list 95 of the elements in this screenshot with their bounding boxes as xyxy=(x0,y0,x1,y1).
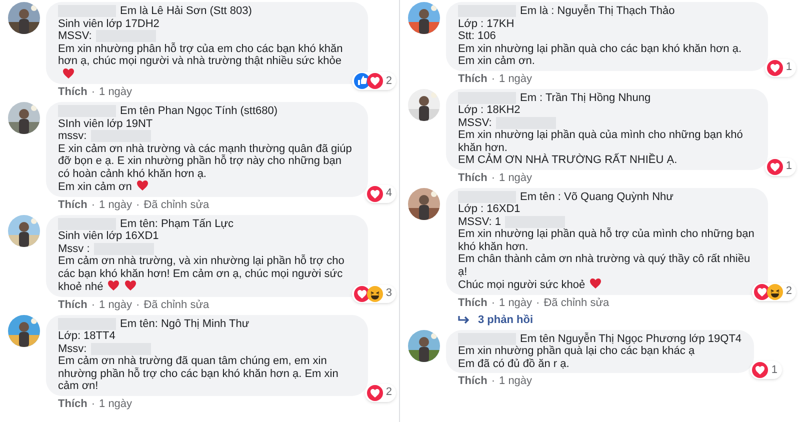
timestamp: 1 ngày xyxy=(99,298,132,312)
love-reaction-icon xyxy=(752,362,768,378)
timestamp: 1 ngày xyxy=(99,198,132,212)
comment-text: Em cảm ơn nhà trường, và xin nhường lại phần hỗ trợ cho các bạn khó khăn hơn! Em cảm ơn ạ, chúc mọi người sức khoẻ nhé xyxy=(58,255,346,294)
comment-text: Em xin cảm ơn xyxy=(58,180,149,194)
love-reaction-icon xyxy=(354,286,370,302)
comment-text: EM CẢM ƠN NHÀ TRƯỜNG RẤT NHIỀU Ạ. xyxy=(458,154,678,166)
separator-dot: · xyxy=(491,172,496,184)
commenter-name[interactable]: Em tên: Ngô Thị Minh Thư xyxy=(120,318,250,330)
comment-text: Em xin nhường lại phần quà của mình cho những bạn khó khăn hơn. xyxy=(458,129,744,154)
love-reaction-icon xyxy=(366,73,383,89)
timestamp: 1 ngày xyxy=(99,86,132,99)
reaction-badge[interactable]: 1 xyxy=(764,58,796,76)
comment-text: Chúc mọi người sức khoẻ xyxy=(458,278,602,292)
comment-text: SInh viên lớp 19NT xyxy=(58,118,153,130)
laughing-reaction-icon xyxy=(766,284,783,300)
separator-dot: · xyxy=(91,198,96,212)
love-reaction-icon xyxy=(766,60,783,76)
commenter-name[interactable]: Em tên : Võ Quang Quỳnh Như xyxy=(520,190,674,203)
separator-dot: · xyxy=(491,296,496,310)
separator-dot: · xyxy=(491,375,496,388)
separator-dot: · xyxy=(91,86,96,99)
reaction-badge[interactable]: 4 xyxy=(364,184,396,202)
comment-text: Em chân thành cảm ơn nhà trường và quý thầy cô rất nhiều ạ! xyxy=(458,253,752,278)
like-link[interactable]: Thích xyxy=(58,398,88,410)
love-reaction-icon xyxy=(366,384,383,400)
commenter-name[interactable]: Em tên: Phạm Tấn Lực xyxy=(120,218,234,230)
redaction-bar xyxy=(458,92,516,104)
like-link[interactable]: Thích xyxy=(458,296,488,310)
like-link[interactable]: Thích xyxy=(458,172,488,184)
comment-text: Lớp : 18KH2 xyxy=(458,104,520,116)
laughing-reaction-icon xyxy=(366,286,383,302)
reaction-badge[interactable]: 2 xyxy=(752,282,796,300)
comment-text: E xin cảm ơn nhà trường và các mạnh thường quân đã giúp đỡ bọn e ạ. E xin nhường phần hỗ trợ này cho những bạn có hoàn cảnh khó khăn hơn ạ. xyxy=(58,142,353,180)
comment-text: Sinh viên lớp 16XD1 xyxy=(58,230,159,242)
comment-text: MSSV: xyxy=(58,30,92,42)
commenter-name[interactable]: Em là Lê Hải Sơn (Stt 803) xyxy=(120,5,252,18)
separator-dot: · xyxy=(536,296,540,310)
comment-text: Em xin nhường lại phần quà hỗ trợ của mình cho những bạn khó khăn hơn. xyxy=(458,228,756,253)
reaction-badge[interactable]: 3 xyxy=(352,284,396,302)
timestamp: 1 ngày xyxy=(499,296,532,310)
like-reaction-icon xyxy=(354,73,370,89)
heart-icon xyxy=(589,278,602,289)
comment-text: Lớp : 16XD1 xyxy=(458,203,520,216)
comment-text: Sinh viên lớp 17DH2 xyxy=(58,18,160,30)
heart-icon xyxy=(62,68,75,78)
comment-text: Stt: 106 xyxy=(458,30,496,42)
separator-dot: · xyxy=(136,298,140,312)
heart-icon xyxy=(136,180,149,191)
heart-icon xyxy=(107,280,120,291)
love-reaction-icon xyxy=(754,284,770,300)
edited-label: Đã chỉnh sửa xyxy=(544,296,610,310)
like-link[interactable]: Thích xyxy=(458,72,488,86)
reaction-badge[interactable]: 2 xyxy=(352,72,396,90)
commenter-name[interactable]: Em là : Nguyễn Thị Thạch Thảo xyxy=(520,5,675,18)
like-link[interactable]: Thích xyxy=(58,86,88,99)
redaction-bar xyxy=(58,218,116,230)
reaction-badge[interactable]: 1 xyxy=(750,361,782,379)
comment-text: MSSV: xyxy=(458,116,492,129)
edited-label: Đã chỉnh sửa xyxy=(144,198,210,212)
like-link[interactable]: Thích xyxy=(58,298,88,312)
edited-label: Đã chỉnh sửa xyxy=(144,298,210,312)
comment-text: Em xin nhường lại phần quà cho các bạn khó khăn hơn ạ. Em xin cảm ơn. xyxy=(458,42,743,68)
separator-dot: · xyxy=(91,298,96,312)
comment-text: mssv: xyxy=(58,130,87,142)
redaction-bar xyxy=(58,318,116,330)
comment-text: Em cảm ơn nhà trường đã quan tâm chúng em, em xin nhường phần hỗ trợ cho các bạn khó khăn hơn ạ. Em xin cảm ơn! xyxy=(58,355,340,392)
comment-text: Mssv : xyxy=(58,242,90,255)
like-link[interactable]: Thích xyxy=(458,375,488,388)
redaction-bar xyxy=(458,190,516,203)
comment-text: MSSV: 1 xyxy=(458,216,501,228)
comment-text: Lớp : 17KH xyxy=(458,18,514,30)
commenter-name[interactable]: Em : Trần Thị Hồng Nhung xyxy=(520,92,651,104)
separator-dot: · xyxy=(491,72,496,86)
like-link[interactable]: Thích xyxy=(58,198,88,212)
timestamp: 1 ngày xyxy=(499,375,532,388)
redaction-bar xyxy=(458,332,516,345)
timestamp: 1 ngày xyxy=(499,172,532,184)
love-reaction-icon xyxy=(766,158,783,174)
reply-arrow-icon xyxy=(458,315,470,325)
comment-text: Lớp: 18TT4 xyxy=(58,330,116,342)
reaction-badge[interactable]: 2 xyxy=(364,384,396,402)
replies-link[interactable]: 3 phản hồi xyxy=(458,314,768,326)
commenter-name[interactable]: Em tên Phan Ngọc Tính (stt680) xyxy=(120,105,278,118)
heart-icon xyxy=(124,280,138,291)
separator-dot: · xyxy=(91,398,96,410)
commenter-name[interactable]: Em tên Nguyễn Thị Ngọc Phương lớp 19QT4 xyxy=(520,332,742,345)
comment-text: Mssv: xyxy=(58,342,87,355)
comment-text: Em đã có đủ đồ ăn r ạ. xyxy=(458,358,570,370)
comment-text: Em xin nhường phần quà lại cho các bạn khác ạ xyxy=(458,345,695,358)
timestamp: 1 ngày xyxy=(499,72,532,86)
love-reaction-icon xyxy=(366,186,383,202)
timestamp: 1 ngày xyxy=(99,398,132,410)
reaction-badge[interactable]: 1 xyxy=(764,158,796,176)
separator-dot: · xyxy=(136,198,140,212)
